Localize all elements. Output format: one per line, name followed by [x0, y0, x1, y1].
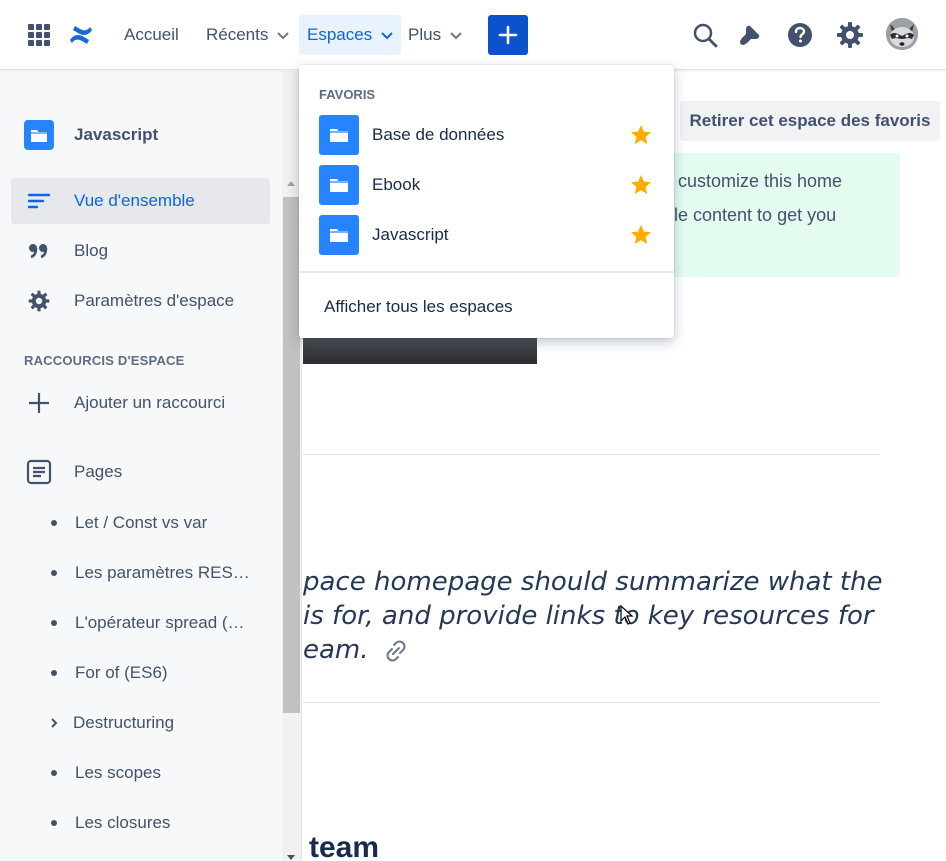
quote-line: pace homepage should summarize what the	[303, 567, 883, 597]
chevron-down-icon	[277, 31, 289, 39]
scrollbar-thumb[interactable]	[283, 197, 300, 713]
top-navigation: Accueil Récents Espaces Plus	[0, 0, 946, 70]
confluence-logo-icon[interactable]	[68, 22, 94, 48]
page-tree-item-label: Let / Const vs var	[75, 513, 208, 532]
bullet-icon	[51, 570, 57, 576]
view-all-spaces-link[interactable]: Afficher tous les espaces	[324, 297, 513, 317]
page-tree-item-label: Destructuring	[73, 713, 175, 732]
nav-recent[interactable]: Récents	[198, 15, 297, 55]
page-tree-item[interactable]: For of (ES6)	[49, 658, 269, 688]
nav-home-label: Accueil	[124, 25, 179, 44]
spaces-dropdown: FAVORIS Base de données Ebook Javascript…	[299, 65, 674, 338]
plus-icon	[498, 25, 518, 45]
sidebar-item-label: Paramètres d'espace	[74, 291, 235, 310]
info-panel: customize this home le content to get yo…	[653, 153, 900, 277]
favorite-space-item[interactable]: Base de données	[319, 115, 653, 155]
divider	[303, 702, 880, 703]
overview-icon	[24, 192, 54, 210]
help-icon[interactable]	[785, 20, 815, 50]
star-icon[interactable]	[629, 173, 653, 197]
sidebar-item-label: Pages	[74, 462, 123, 481]
page-tree-item[interactable]: Les scopes	[49, 758, 269, 788]
sidebar: Javascript Vue d'ensemble Blog Paramètre…	[0, 71, 282, 861]
unfavorite-space-button[interactable]: Retirer cet espace des favoris	[680, 101, 940, 141]
nav-home[interactable]: Accueil	[116, 15, 187, 55]
bullet-icon	[51, 620, 57, 626]
notifications-icon[interactable]	[735, 20, 765, 50]
settings-icon[interactable]	[835, 20, 865, 50]
space-name: Javascript	[74, 125, 159, 144]
bullet-icon	[51, 770, 57, 776]
page-tree-item-label: L'opérateur spread (…	[75, 613, 245, 632]
bullet-icon	[51, 670, 57, 676]
quote-line: eam.	[303, 635, 369, 665]
sidebar-item-blog[interactable]: Blog	[11, 228, 270, 274]
quote-icon	[24, 242, 54, 260]
page-tree-item[interactable]: Destructuring	[49, 708, 269, 738]
favorite-space-item[interactable]: Ebook	[319, 165, 653, 205]
section-heading: team	[309, 831, 380, 861]
space-item-label: Javascript	[372, 225, 449, 244]
sidebar-item-label: Vue d'ensemble	[74, 191, 195, 210]
sidebar-item-overview[interactable]: Vue d'ensemble	[11, 178, 270, 224]
page-tree-item-label: Les closures	[75, 813, 171, 832]
page-tree-item-label: Les paramètres RES…	[75, 563, 250, 582]
homepage-quote: pace homepage should summarize what the …	[303, 565, 903, 667]
scroll-up-icon[interactable]	[287, 181, 295, 186]
bullet-icon	[51, 520, 57, 526]
divider	[303, 454, 880, 455]
link-icon[interactable]	[383, 640, 409, 662]
avatar[interactable]	[886, 18, 918, 50]
add-shortcut-label: Ajouter un raccourci	[74, 393, 226, 412]
nav-more[interactable]: Plus	[400, 15, 470, 55]
space-header[interactable]: Javascript	[24, 119, 158, 151]
folder-icon	[24, 120, 54, 150]
page-tree-item[interactable]: L'opérateur spread (…	[49, 608, 269, 638]
search-icon[interactable]	[690, 20, 720, 50]
nav-recent-label: Récents	[206, 25, 269, 44]
raccoon-avatar-icon	[886, 18, 918, 50]
folder-icon	[319, 115, 359, 155]
page-tree-item[interactable]: Let / Const vs var	[49, 508, 269, 538]
nav-spaces[interactable]: Espaces	[299, 15, 401, 55]
nav-spaces-label: Espaces	[307, 25, 373, 44]
page-tree-item-label: For of (ES6)	[75, 663, 168, 682]
star-icon[interactable]	[629, 223, 653, 247]
chevron-down-icon	[450, 31, 462, 39]
space-item-label: Ebook	[372, 175, 421, 194]
folder-icon	[319, 165, 359, 205]
favorites-heading: FAVORIS	[319, 87, 376, 102]
star-icon[interactable]	[629, 123, 653, 147]
sidebar-item-space-settings[interactable]: Paramètres d'espace	[11, 278, 270, 324]
mouse-cursor-icon	[620, 605, 634, 625]
plus-icon	[24, 391, 54, 415]
chevron-right-icon[interactable]	[49, 717, 59, 729]
gear-icon	[24, 289, 54, 313]
chevron-down-icon	[381, 31, 393, 39]
page-tree-item-label: Les scopes	[75, 763, 161, 782]
divider	[299, 271, 674, 273]
create-button[interactable]	[488, 15, 528, 55]
folder-icon	[319, 215, 359, 255]
info-text: customize this home	[678, 171, 843, 191]
page-tree-item[interactable]: Les closures	[49, 808, 269, 838]
scroll-down-icon[interactable]	[287, 855, 295, 860]
pages-icon	[24, 459, 54, 485]
quote-line: is for, and provide links to key resourc…	[303, 601, 874, 631]
add-shortcut-button[interactable]: Ajouter un raccourci	[11, 380, 270, 426]
space-item-label: Base de données	[372, 125, 505, 144]
favorite-space-item[interactable]: Javascript	[319, 215, 653, 255]
shortcuts-heading: RACCOURCIS D'ESPACE	[24, 353, 185, 368]
app-switcher-icon[interactable]	[28, 24, 50, 46]
nav-more-label: Plus	[408, 25, 442, 44]
sidebar-item-label: Blog	[74, 241, 109, 260]
page-tree-item[interactable]: Les paramètres RES…	[49, 558, 269, 588]
bullet-icon	[51, 820, 57, 826]
sidebar-item-pages[interactable]: Pages	[11, 449, 270, 495]
info-text: le content to get you	[674, 205, 837, 225]
